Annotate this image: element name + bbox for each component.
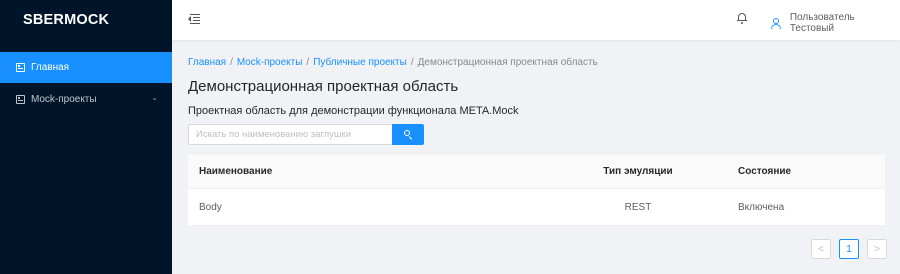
breadcrumb-public-projects[interactable]: Публичные проекты (313, 57, 407, 68)
column-header-type[interactable]: Тип эмуляции (538, 166, 738, 177)
user-icon (771, 17, 781, 29)
search-input[interactable] (188, 124, 392, 145)
menu-fold-icon[interactable] (188, 13, 200, 25)
cell-type: REST (624, 201, 652, 213)
bell-icon[interactable] (737, 12, 747, 24)
breadcrumb-mock-projects[interactable]: Mock-проекты (237, 57, 303, 68)
sidebar-menu: Главная Mock-проекты ⌄ (0, 52, 172, 115)
top-header: Пользователь Тестовый (172, 0, 900, 40)
column-header-state[interactable]: Состояние (738, 166, 885, 177)
pagination-next-button[interactable]: > (867, 239, 887, 259)
pagination: < 1 > (811, 239, 887, 259)
sidebar: SBERMOCK Главная Mock-проекты ⌄ (0, 0, 172, 274)
pagination-page-1[interactable]: 1 (839, 239, 859, 259)
table-row[interactable]: Body REST Включена (188, 189, 885, 226)
breadcrumb-separator: / (410, 57, 414, 68)
column-header-name[interactable]: Наименование (188, 166, 538, 177)
page-description: Проектная область для демонстрации функц… (188, 105, 519, 117)
main-content: Главная / Mock-проекты / Публичные проек… (188, 40, 885, 226)
project-icon (16, 95, 25, 104)
breadcrumb-separator: / (230, 57, 233, 68)
cell-state: Включена (738, 201, 785, 213)
sidebar-item-label: Mock-проекты (31, 94, 97, 105)
breadcrumb-home[interactable]: Главная (188, 57, 226, 68)
sidebar-item-home[interactable]: Главная (0, 52, 172, 83)
page-title: Демонстрационная проектная область (188, 78, 459, 95)
cell-name: Body (199, 201, 222, 213)
search-button[interactable] (392, 124, 424, 145)
stubs-table: Наименование Тип эмуляции Состояние Body… (188, 155, 885, 226)
pagination-prev-button[interactable]: < (811, 239, 831, 259)
breadcrumb: Главная / Mock-проекты / Публичные проек… (188, 57, 885, 68)
search-icon (403, 130, 413, 140)
search-bar (188, 124, 424, 145)
breadcrumb-separator: / (306, 57, 310, 68)
sidebar-item-mock-projects[interactable]: Mock-проекты ⌄ (0, 84, 172, 115)
dashboard-icon (16, 63, 25, 72)
breadcrumb-current: Демонстрационная проектная область (417, 57, 598, 68)
chevron-down-icon: ⌄ (151, 93, 158, 102)
sidebar-item-label: Главная (31, 62, 70, 73)
table-header: Наименование Тип эмуляции Состояние (188, 155, 885, 189)
user-name: Пользователь Тестовый (789, 12, 855, 34)
app-logo[interactable]: SBERMOCK (0, 0, 172, 40)
user-menu[interactable]: Пользователь Тестовый (771, 12, 900, 34)
